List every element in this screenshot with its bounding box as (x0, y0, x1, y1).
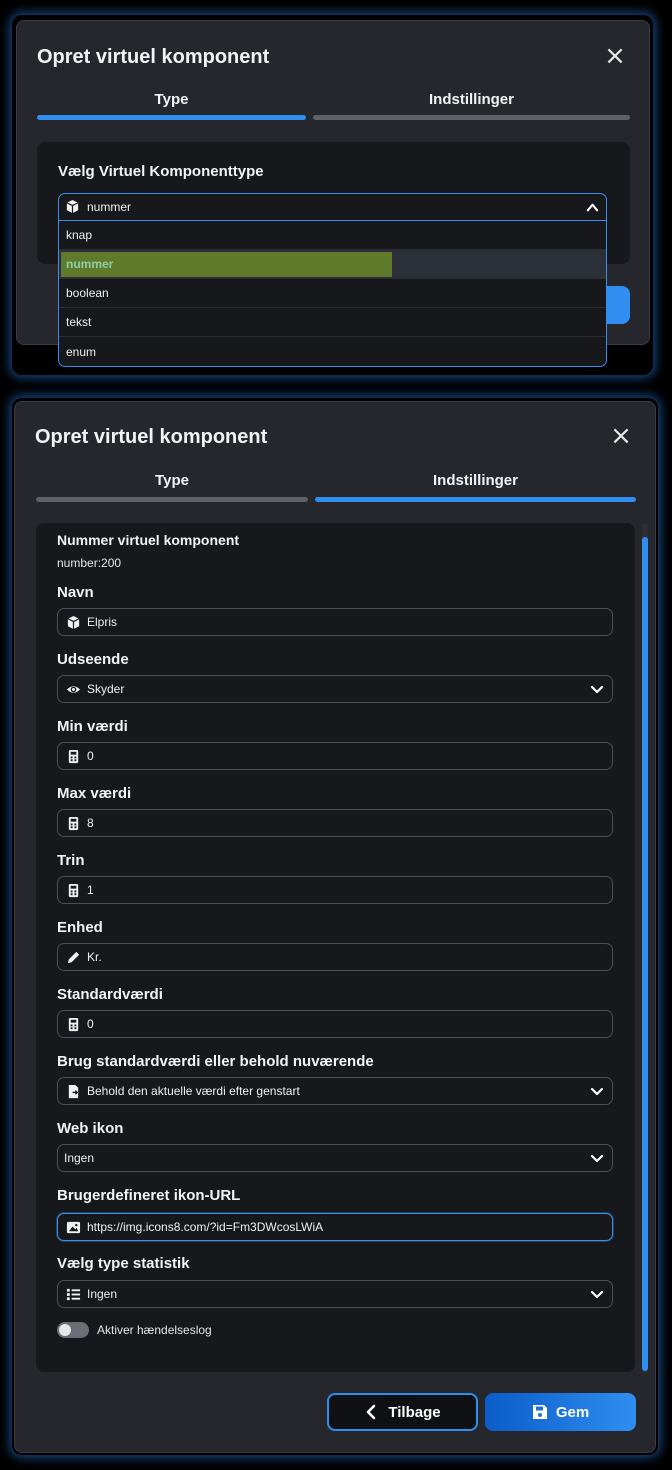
modal-title: Opret virtuel komponent (37, 46, 270, 68)
close-icon[interactable]: × (610, 423, 632, 449)
trin-value: 1 (87, 883, 94, 897)
component-identifier: number:200 (57, 556, 122, 570)
eye-icon (65, 681, 81, 697)
type-dropdown-value: nummer (87, 200, 132, 214)
brug-value: Behold den aktuelle værdi efter genstart (87, 1084, 300, 1098)
option-enum[interactable]: enum (59, 337, 606, 366)
udseende-select[interactable]: Skyder (57, 675, 613, 703)
enhed-input[interactable]: Kr. (57, 943, 613, 971)
section-label: Vælg Virtuel Komponenttype (58, 163, 264, 180)
statistik-value: Ingen (87, 1287, 118, 1301)
calculator-icon (65, 748, 81, 764)
calculator-icon (65, 1016, 81, 1032)
tab-type[interactable]: Type (37, 91, 306, 108)
scrollbar-thumb[interactable] (642, 537, 648, 1371)
chevron-down-icon (590, 1087, 604, 1096)
min-value: 0 (87, 749, 94, 763)
trin-input[interactable]: 1 (57, 876, 613, 904)
floppy-disk-icon (532, 1405, 547, 1419)
pencil-icon (65, 949, 81, 965)
standard-label: Standardværdi (57, 986, 163, 1003)
chevron-down-icon (590, 1154, 604, 1163)
type-dropdown[interactable]: nummer knap nummer boolean tekst enum (58, 193, 607, 367)
calculator-icon (65, 882, 81, 898)
image-icon (65, 1219, 81, 1235)
max-label: Max værdi (57, 785, 132, 802)
cube-icon (65, 199, 81, 215)
webikon-label: Web ikon (57, 1120, 124, 1137)
save-button[interactable]: Gem (485, 1393, 636, 1431)
min-label: Min værdi (57, 718, 128, 735)
tab-indstillinger-indicator (315, 497, 636, 502)
option-tekst[interactable]: tekst (59, 308, 606, 337)
tab-indstillinger[interactable]: Indstillinger (315, 472, 636, 489)
back-button-label: Tilbage (388, 1403, 441, 1421)
ikonurl-value: https://img.icons8.com/?id=Fm3DWcosLWiA (87, 1220, 324, 1234)
calculator-icon (65, 815, 81, 831)
chevron-left-icon (367, 1404, 376, 1420)
standard-input[interactable]: 0 (57, 1010, 613, 1038)
save-button-label: Gem (555, 1403, 590, 1421)
statistik-select[interactable]: Ingen (57, 1280, 613, 1308)
tab-type-indicator (36, 497, 308, 502)
chevron-up-icon (586, 203, 599, 212)
statistik-label: Vælg type statistik (57, 1255, 190, 1272)
navn-input[interactable]: Elpris (57, 608, 613, 636)
tab-type[interactable]: Type (36, 472, 308, 489)
bottom-modal: Opret virtuel komponent × Type Indstilli… (14, 401, 656, 1453)
tab-indstillinger-indicator (313, 115, 630, 120)
webikon-select[interactable]: Ingen (57, 1144, 613, 1172)
modal-title: Opret virtuel komponent (35, 426, 268, 448)
back-button[interactable]: Tilbage (327, 1393, 478, 1431)
enhed-label: Enhed (57, 919, 103, 936)
component-heading: Nummer virtuel komponent (57, 532, 240, 548)
event-log-toggle[interactable] (57, 1322, 89, 1338)
udseende-label: Udseende (57, 651, 129, 668)
tab-type-indicator (37, 115, 306, 120)
chevron-down-icon (590, 685, 604, 694)
cube-icon (65, 614, 81, 630)
enhed-value: Kr. (87, 950, 102, 964)
chevron-down-icon (590, 1290, 604, 1299)
brug-label: Brug standardværdi eller behold nuværend… (57, 1053, 374, 1070)
option-nummer[interactable]: nummer (59, 250, 606, 279)
min-input[interactable]: 0 (57, 742, 613, 770)
udseende-value: Skyder (87, 682, 125, 696)
navn-value: Elpris (87, 615, 118, 629)
navn-label: Navn (57, 584, 94, 601)
settings-panel: Nummer virtuel komponent number:200 Navn… (36, 523, 635, 1372)
max-input[interactable]: 8 (57, 809, 613, 837)
ikonurl-input[interactable]: https://img.icons8.com/?id=Fm3DWcosLWiA (57, 1213, 613, 1241)
tab-indstillinger[interactable]: Indstillinger (313, 91, 630, 108)
list-icon (65, 1286, 81, 1302)
webikon-value: Ingen (64, 1151, 95, 1165)
file-arrow-icon (65, 1083, 81, 1099)
type-dropdown-header[interactable]: nummer (59, 194, 606, 221)
trin-label: Trin (57, 852, 85, 869)
brug-select[interactable]: Behold den aktuelle værdi efter genstart (57, 1077, 613, 1105)
ikonurl-label: Brugerdefineret ikon-URL (57, 1187, 241, 1204)
option-knap[interactable]: knap (59, 221, 606, 250)
option-boolean[interactable]: boolean (59, 279, 606, 308)
event-log-label: Aktiver hændelseslog (97, 1323, 212, 1337)
standard-value: 0 (87, 1017, 94, 1031)
max-value: 8 (87, 816, 94, 830)
close-icon[interactable]: × (604, 43, 626, 69)
